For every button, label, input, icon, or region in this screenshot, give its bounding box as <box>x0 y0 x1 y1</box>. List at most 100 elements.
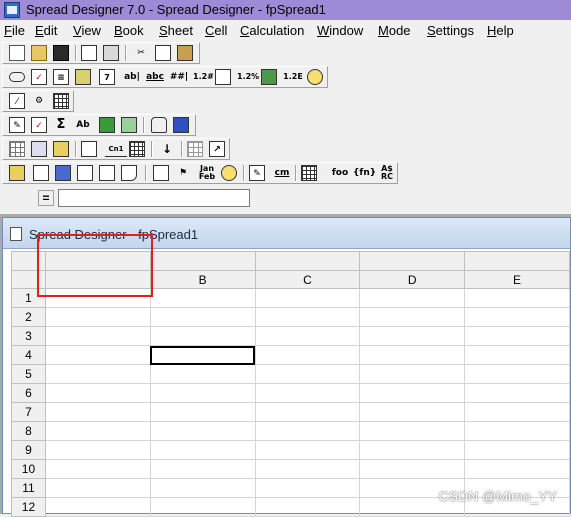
row-header[interactable]: 8 <box>11 421 46 441</box>
row-header[interactable]: 2 <box>11 307 46 327</box>
table-icon[interactable] <box>129 141 145 157</box>
cell[interactable] <box>464 288 570 308</box>
function-icon[interactable]: {fn} <box>353 165 375 181</box>
cell[interactable] <box>464 383 570 403</box>
menu-file[interactable]: File <box>4 23 25 38</box>
column-header-c[interactable]: C <box>254 270 361 289</box>
borders-icon[interactable] <box>9 141 25 157</box>
picture-cell-icon[interactable] <box>75 69 91 85</box>
image-icon[interactable] <box>53 141 69 157</box>
column-header-b[interactable]: B <box>149 270 256 289</box>
cell[interactable] <box>254 402 361 422</box>
new-icon[interactable] <box>9 45 25 61</box>
cell[interactable] <box>359 326 466 346</box>
scientific-cell-icon[interactable]: 1.2E <box>283 69 303 85</box>
calendar-icon[interactable]: ⚑ <box>175 165 191 181</box>
time-cell-icon[interactable] <box>307 69 323 85</box>
date-format-icon[interactable]: Jan Feb <box>197 165 217 181</box>
cut-icon[interactable]: ✂ <box>133 45 149 61</box>
checkbox-cell-icon[interactable]: ✓ <box>31 69 47 85</box>
cell[interactable] <box>44 383 151 403</box>
select-icon[interactable] <box>173 117 189 133</box>
headers-icon[interactable] <box>9 165 25 181</box>
column-header-e[interactable]: E <box>464 270 570 289</box>
text-cell-icon[interactable]: abc <box>145 69 165 85</box>
print-icon[interactable] <box>103 45 119 61</box>
app-icon[interactable] <box>4 2 20 18</box>
edit-icon[interactable]: ✎ <box>9 117 25 133</box>
cell[interactable] <box>464 421 570 441</box>
save-icon[interactable] <box>53 45 69 61</box>
cell[interactable] <box>464 345 570 365</box>
paste-icon[interactable] <box>177 45 193 61</box>
cell[interactable] <box>359 421 466 441</box>
cell[interactable] <box>254 288 361 308</box>
cell[interactable] <box>44 364 151 384</box>
edit-cell-icon[interactable]: ab| <box>121 69 143 85</box>
cell[interactable] <box>359 402 466 422</box>
cell[interactable] <box>254 326 361 346</box>
cell[interactable] <box>254 440 361 460</box>
filter-icon[interactable] <box>153 165 169 181</box>
cell[interactable] <box>464 459 570 479</box>
cell[interactable] <box>359 383 466 403</box>
cell[interactable] <box>254 459 361 479</box>
row-header[interactable]: 4 <box>11 345 46 365</box>
lock-icon[interactable] <box>151 117 167 133</box>
properties-icon[interactable]: ✎ <box>249 165 265 181</box>
menu-book[interactable]: Book <box>114 23 144 38</box>
custom-icon[interactable]: ⚙ <box>31 93 47 109</box>
menu-view[interactable]: View <box>73 23 101 38</box>
chart-icon[interactable]: ⁄ <box>9 93 25 109</box>
column-header-d-top[interactable] <box>359 251 466 271</box>
cell-name-icon[interactable]: Cn1 <box>105 141 127 157</box>
menu-mode[interactable]: Mode <box>378 23 411 38</box>
cell[interactable] <box>359 288 466 308</box>
mask-cell-icon[interactable]: ##| <box>169 69 189 85</box>
cell[interactable] <box>464 326 570 346</box>
cell[interactable] <box>149 307 256 327</box>
grid-icon[interactable] <box>53 93 69 109</box>
menu-settings[interactable]: Settings <box>427 23 474 38</box>
row-header[interactable]: 3 <box>11 326 46 346</box>
column-header-d[interactable]: D <box>359 270 466 289</box>
cell[interactable] <box>149 402 256 422</box>
row-header[interactable]: 5 <box>11 364 46 384</box>
format-icon[interactable]: Ab <box>75 117 91 133</box>
document-icon[interactable] <box>10 227 22 241</box>
cell[interactable] <box>359 459 466 479</box>
cell[interactable] <box>44 402 151 422</box>
row-header[interactable]: 6 <box>11 383 46 403</box>
cell[interactable] <box>464 402 570 422</box>
cell[interactable] <box>44 440 151 460</box>
cell[interactable] <box>359 345 466 365</box>
cell[interactable] <box>149 421 256 441</box>
cell[interactable] <box>149 440 256 460</box>
sort-icon[interactable]: ↓ <box>159 141 175 157</box>
percent-cell-icon[interactable]: 1.2% <box>237 69 259 85</box>
button-cell-icon[interactable] <box>9 72 25 82</box>
column-header-b-top[interactable] <box>149 251 256 271</box>
row-icon[interactable] <box>55 165 71 181</box>
foo-icon[interactable]: foo <box>329 165 351 181</box>
cell[interactable] <box>149 383 256 403</box>
cell[interactable] <box>359 307 466 327</box>
row-header[interactable]: 10 <box>11 459 46 479</box>
cell[interactable] <box>44 459 151 479</box>
frame-icon[interactable] <box>77 165 93 181</box>
number-cell-icon[interactable]: 1.2# <box>193 69 213 85</box>
cell[interactable] <box>149 288 256 308</box>
menu-help[interactable]: Help <box>487 23 514 38</box>
cell[interactable] <box>254 364 361 384</box>
cell[interactable] <box>254 421 361 441</box>
formula-input[interactable] <box>58 189 250 207</box>
active-cell[interactable] <box>149 345 256 365</box>
cell[interactable] <box>44 326 151 346</box>
column-header-c-top[interactable] <box>254 251 361 271</box>
freeze-icon[interactable] <box>121 165 137 181</box>
cell[interactable] <box>149 326 256 346</box>
cm-icon[interactable]: cm <box>271 165 293 181</box>
cell[interactable] <box>44 345 151 365</box>
menu-cell[interactable]: Cell <box>205 23 227 38</box>
column-icon[interactable] <box>33 165 49 181</box>
